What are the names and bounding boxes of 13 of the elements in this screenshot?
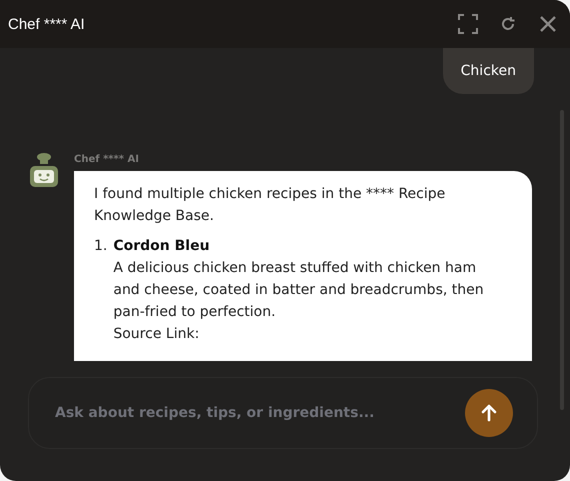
message-input[interactable]: Ask about recipes, tips, or ingredients...	[53, 404, 465, 422]
source-label: Source Link:	[113, 325, 200, 344]
user-message: Chicken	[442, 48, 534, 94]
sender-name: Chef **** AI	[74, 154, 140, 165]
list-number: 1.	[94, 237, 108, 256]
recipe-title: Cordon Bleu	[113, 237, 211, 256]
window-title: Chef **** AI	[8, 16, 86, 32]
fullscreen-icon[interactable]	[456, 12, 480, 36]
message-text: I found multiple chicken recipes in the **** Recipe Knowledge Base.	[94, 185, 446, 226]
arrow-up-icon	[479, 403, 499, 423]
recipe-description: A delicious chicken breast stuffed with chicken ham and cheese, coated in batter and breadcrumbs, then pan-fried to perfection.	[113, 259, 485, 322]
send-button[interactable]	[465, 389, 513, 437]
robot-chef-icon	[28, 152, 60, 188]
